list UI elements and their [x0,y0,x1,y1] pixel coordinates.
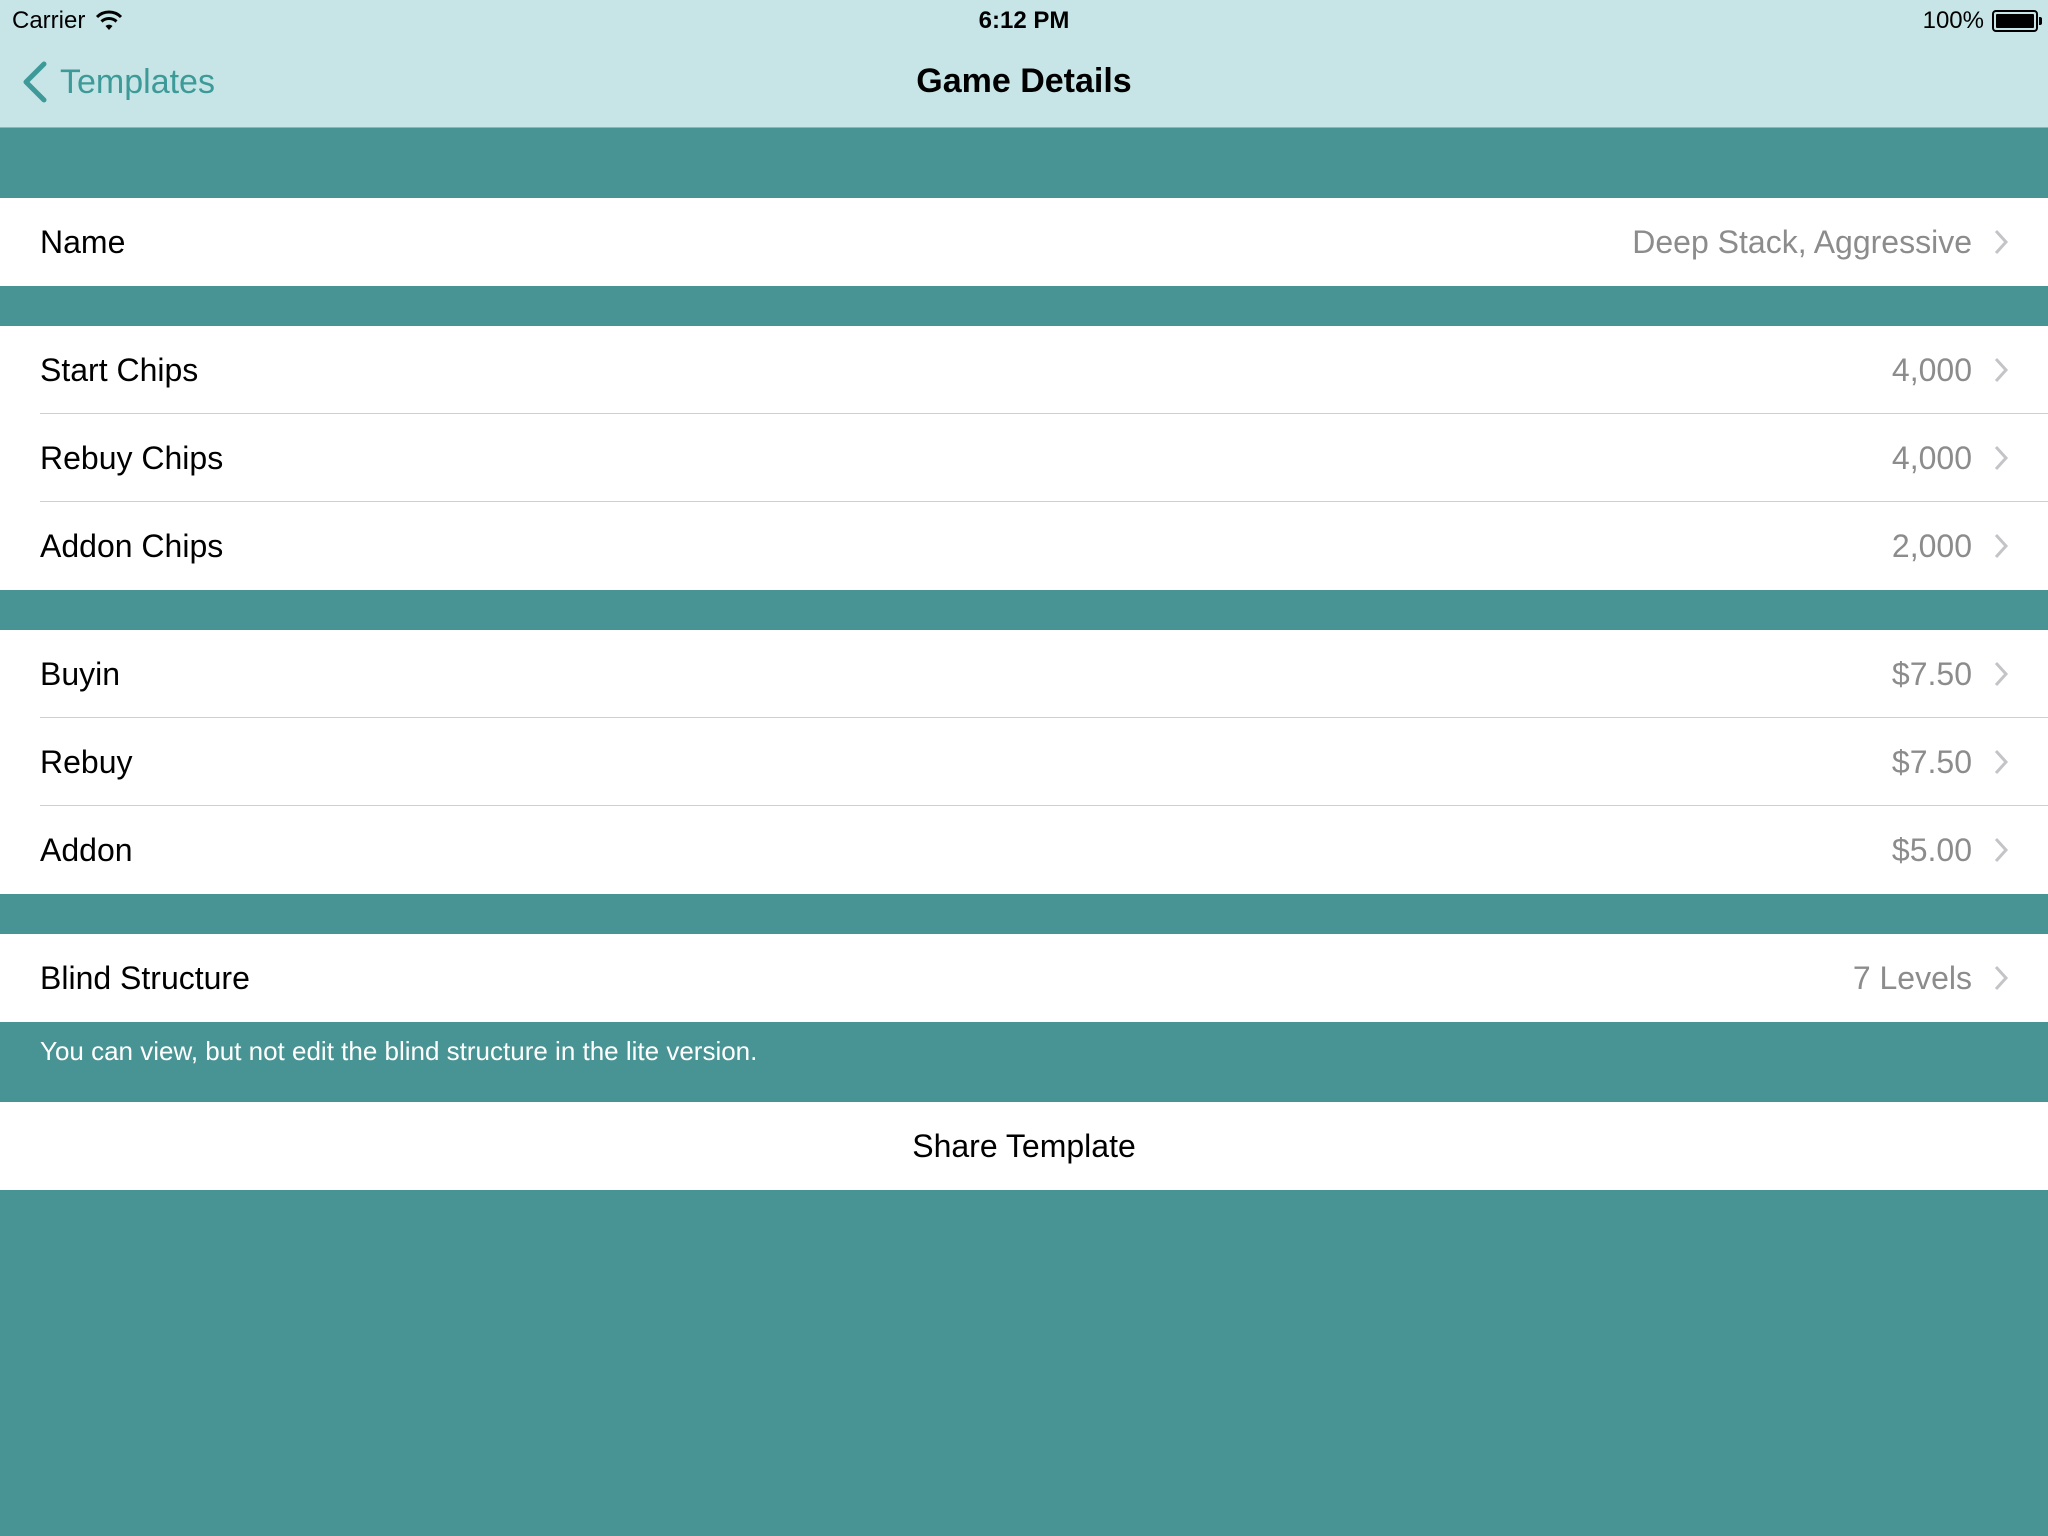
navigation-bar: Templates Game Details [0,40,2048,128]
row-rebuy[interactable]: Rebuy $7.50 [0,718,2048,806]
row-addon[interactable]: Addon $5.00 [0,806,2048,894]
share-template-label: Share Template [912,1127,1136,1164]
chevron-right-icon [1994,229,2009,255]
row-buyin[interactable]: Buyin $7.50 [0,630,2048,718]
row-value: 2,000 [1891,527,1972,564]
row-label: Rebuy [40,743,133,780]
section-header [0,128,2048,198]
chevron-right-icon [1994,837,2009,863]
row-blind-structure[interactable]: Blind Structure 7 Levels [0,934,2048,1022]
row-start-chips[interactable]: Start Chips 4,000 [0,326,2048,414]
row-label: Blind Structure [40,959,250,996]
status-time: 6:12 PM [978,7,1070,34]
chevron-right-icon [1994,445,2009,471]
row-label: Start Chips [40,351,199,388]
battery-percent: 100% [1922,7,1984,34]
row-value: $5.00 [1891,831,1972,868]
row-value: 7 Levels [1852,959,1972,996]
row-label: Addon Chips [40,527,224,564]
row-label: Rebuy Chips [40,439,224,476]
row-label: Name [40,223,126,260]
row-value: $7.50 [1891,743,1972,780]
row-label: Addon [40,831,133,868]
status-bar: Carrier 6:12 PM 100% [0,0,2048,40]
row-addon-chips[interactable]: Addon Chips 2,000 [0,502,2048,590]
row-value: $7.50 [1891,655,1972,692]
section-footer-note: You can view, but not edit the blind str… [0,1022,2048,1102]
section-header [0,590,2048,630]
row-value: 4,000 [1891,439,1972,476]
section-header [0,894,2048,934]
row-name[interactable]: Name Deep Stack, Aggressive [0,198,2048,286]
chevron-right-icon [1994,965,2009,991]
chevron-right-icon [1994,357,2009,383]
row-label: Buyin [40,655,121,692]
chevron-right-icon [1994,749,2009,775]
page-title: Game Details [916,62,1132,100]
battery-indicator: 100% [1922,7,2042,35]
settings-table: Name Deep Stack, Aggressive Start Chips … [0,128,2048,1190]
row-value: Deep Stack, Aggressive [1632,223,1972,260]
chevron-right-icon [1994,661,2009,687]
row-value: 4,000 [1891,351,1972,388]
battery-icon [1992,10,2042,32]
section-header [0,286,2048,326]
row-rebuy-chips[interactable]: Rebuy Chips 4,000 [0,414,2048,502]
share-template-button[interactable]: Share Template [0,1102,2048,1190]
chevron-right-icon [1994,533,2009,559]
